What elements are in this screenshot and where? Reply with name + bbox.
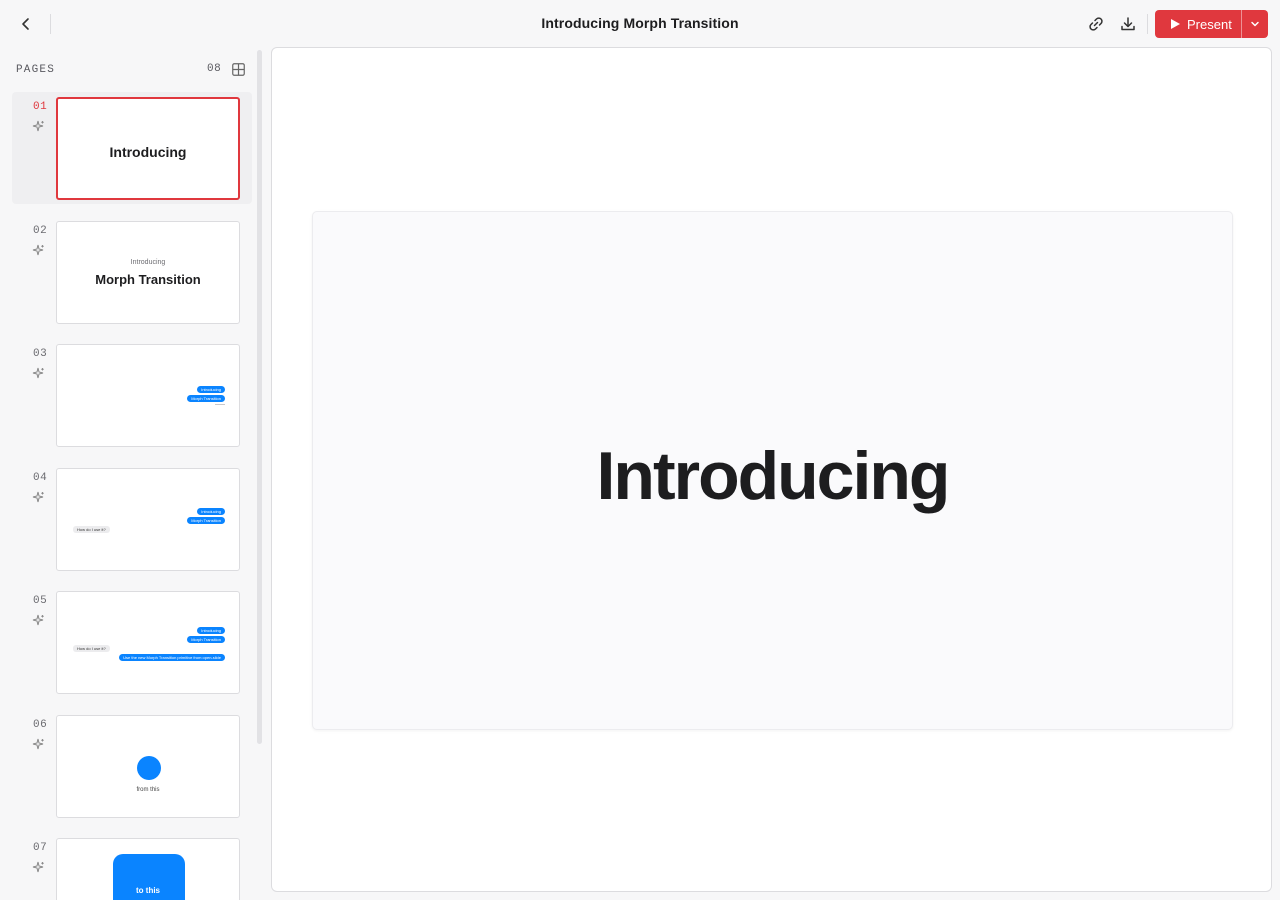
thumbnail-title: Introducing [109, 144, 187, 160]
page-item-03[interactable]: 03 Introducing Morph Transition [12, 339, 252, 451]
download-icon [1121, 17, 1135, 31]
grid-view-button[interactable] [231, 62, 245, 76]
slide-title[interactable]: Introducing [313, 436, 1232, 516]
page-thumbnail: Introducing Morph Transition [56, 221, 240, 324]
sidebar-scrollbar[interactable] [257, 50, 262, 744]
thumbnail-caption: from this [136, 787, 160, 793]
page-number: 06 [33, 719, 48, 731]
pages-sidebar: PAGES 08 01 Introducing 02 Introducing M… [0, 48, 264, 900]
message-pill: Introducing [197, 386, 225, 393]
slide-canvas[interactable]: Introducing [271, 47, 1272, 892]
page-item-02[interactable]: 02 Introducing Morph Transition [12, 216, 252, 328]
page-item-04[interactable]: 04 Introducing Morph Transition How do I… [12, 463, 252, 575]
top-bar: Introducing Morph Transition Present [0, 0, 1280, 48]
page-item-01[interactable]: 01 Introducing [12, 92, 252, 204]
present-button[interactable]: Present [1155, 10, 1241, 38]
page-item-07[interactable]: 07 to this [12, 833, 252, 900]
play-icon [1171, 19, 1180, 29]
page-number: 04 [33, 472, 48, 484]
page-item-05[interactable]: 05 Introducing Morph Transition How do I… [12, 586, 252, 698]
page-thumbnail: Introducing [56, 97, 240, 200]
delivered-mark [215, 404, 225, 405]
message-pill: Introducing [197, 508, 225, 515]
pages-label: PAGES [16, 64, 56, 76]
page-number: 02 [33, 225, 48, 237]
message-pill: How do I use it? [73, 645, 110, 652]
page-number: 05 [33, 595, 48, 607]
sparkle-icon[interactable] [32, 244, 45, 257]
sparkle-icon[interactable] [32, 120, 45, 133]
sparkle-icon[interactable] [32, 491, 45, 504]
page-number: 03 [33, 348, 48, 360]
page-thumbnail: to this [56, 838, 240, 900]
page-number: 01 [33, 101, 48, 113]
message-pill: Use the new Morph Transition primitive f… [119, 654, 225, 661]
sparkle-icon[interactable] [32, 861, 45, 874]
thumbnail-title: Morph Transition [95, 272, 201, 287]
blue-circle-shape [137, 756, 161, 780]
copy-link-button[interactable] [1084, 12, 1108, 36]
page-number: 07 [33, 842, 48, 854]
thumbnail-subtitle: Introducing [130, 259, 166, 266]
thumbnail-caption: to this [136, 886, 160, 895]
grid-icon [231, 62, 245, 76]
present-label: Present [1187, 16, 1232, 32]
page-thumbnail: Introducing Morph Transition How do I us… [56, 468, 240, 571]
sparkle-icon[interactable] [32, 738, 45, 751]
present-button-group: Present [1155, 10, 1268, 38]
message-pill: Morph Transition [187, 517, 225, 524]
page-thumbnail: from this [56, 715, 240, 818]
page-item-06[interactable]: 06 from this [12, 710, 252, 822]
sparkle-icon[interactable] [32, 367, 45, 380]
message-pill: How do I use it? [73, 526, 110, 533]
download-button[interactable] [1116, 12, 1140, 36]
message-pill: Morph Transition [187, 636, 225, 643]
chevron-down-icon [1251, 21, 1259, 27]
message-pill: Morph Transition [187, 395, 225, 402]
pages-count: 08 [207, 63, 222, 75]
divider [1147, 14, 1148, 34]
page-thumbnail: Introducing Morph Transition [56, 344, 240, 447]
message-pill: Introducing [197, 627, 225, 634]
link-icon [1089, 17, 1103, 31]
page-thumbnail: Introducing Morph Transition How do I us… [56, 591, 240, 694]
present-options-button[interactable] [1242, 10, 1268, 38]
current-slide[interactable]: Introducing [312, 211, 1233, 730]
sparkle-icon[interactable] [32, 614, 45, 627]
